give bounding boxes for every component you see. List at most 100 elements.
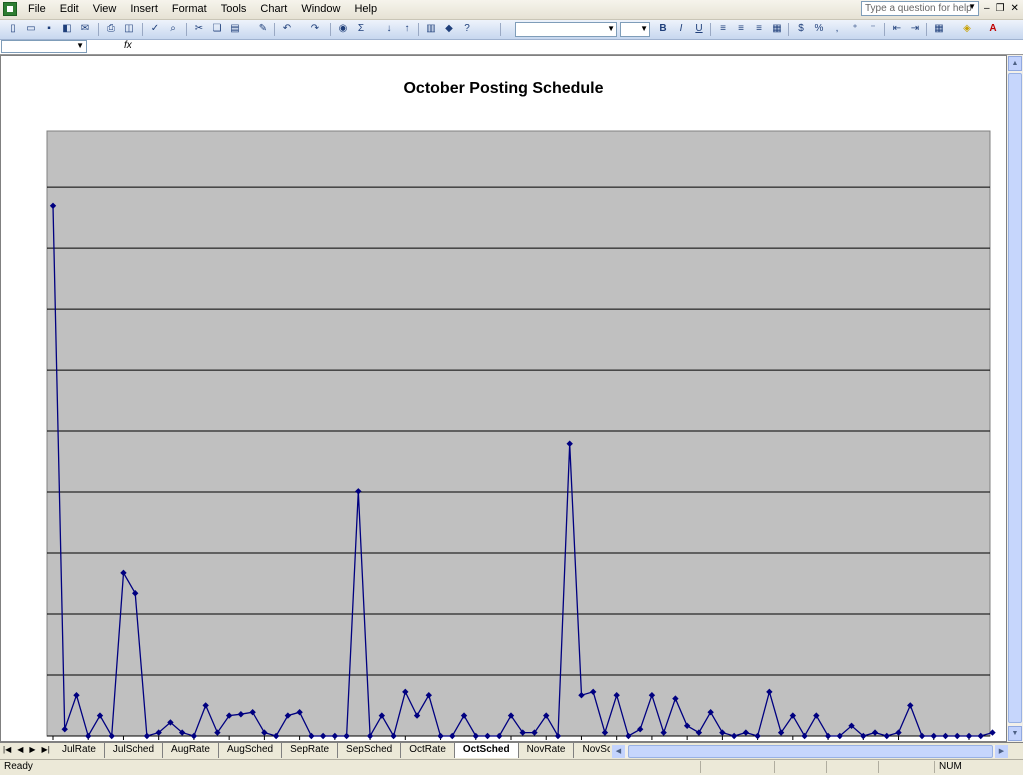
menu-edit[interactable]: Edit <box>60 3 79 15</box>
help-search-input[interactable]: Type a question for help ▼ <box>861 1 979 16</box>
cut-icon[interactable]: ✂ <box>192 22 206 36</box>
scroll-down-icon[interactable]: ▼ <box>1008 726 1022 741</box>
copy-icon[interactable]: ❏ <box>210 22 224 36</box>
font-size-select[interactable]: ▼ <box>620 22 650 37</box>
name-box[interactable]: ▼ <box>1 40 87 53</box>
help-placeholder: Type a question for help <box>865 3 972 14</box>
increase-indent-icon[interactable]: ⇥ <box>908 22 922 36</box>
scroll-left-icon[interactable]: ◀ <box>612 745 625 758</box>
next-sheet-icon[interactable]: ▶ <box>29 745 35 754</box>
menu-tools[interactable]: Tools <box>221 3 247 15</box>
fill-color-icon[interactable]: ◈ <box>960 22 974 36</box>
menu-items: File Edit View Insert Format Tools Chart… <box>28 3 391 15</box>
vertical-scrollbar[interactable]: ▲ ▼ <box>1007 55 1023 742</box>
fx-label[interactable]: fx <box>124 40 132 51</box>
print-preview-icon[interactable]: ◫ <box>122 22 136 36</box>
first-sheet-icon[interactable]: |◀ <box>3 745 11 754</box>
chevron-down-icon[interactable]: ▼ <box>968 2 976 11</box>
currency-icon[interactable]: $ <box>794 22 808 36</box>
underline-icon[interactable]: U <box>692 22 706 36</box>
status-ready: Ready <box>4 761 33 772</box>
tab-octsched[interactable]: OctSched <box>454 743 519 758</box>
tab-julrate[interactable]: JulRate <box>54 743 105 758</box>
tab-julsched[interactable]: JulSched <box>104 743 164 758</box>
horizontal-scroll-thumb[interactable] <box>628 745 993 758</box>
save-icon[interactable]: ▪ <box>42 22 56 36</box>
research-icon[interactable]: ⌕ <box>166 22 180 36</box>
tab-novsched[interactable]: NovSched <box>574 743 610 758</box>
tab-seprate[interactable]: SepRate <box>282 743 339 758</box>
decrease-indent-icon[interactable]: ⇤ <box>890 22 904 36</box>
comma-style-icon[interactable]: , <box>830 22 844 36</box>
status-panel <box>878 761 931 773</box>
drawing-icon[interactable]: ◆ <box>442 22 456 36</box>
hyperlink-icon[interactable]: ◉ <box>336 22 350 36</box>
status-panel <box>774 761 823 773</box>
email-icon[interactable]: ✉ <box>78 22 92 36</box>
horizontal-scrollbar[interactable]: ◀ ▶ <box>612 745 1008 758</box>
close-icon[interactable]: ✕ <box>1011 3 1019 14</box>
scroll-right-icon[interactable]: ▶ <box>995 745 1008 758</box>
status-panel <box>700 761 771 773</box>
font-name-select[interactable]: ▼ <box>515 22 617 37</box>
tab-novrate[interactable]: NovRate <box>518 743 575 758</box>
open-icon[interactable]: ▭ <box>24 22 38 36</box>
percent-icon[interactable]: % <box>812 22 826 36</box>
excel-chart-icon[interactable] <box>3 2 17 16</box>
status-num: NUM <box>934 761 987 773</box>
font-color-icon[interactable]: A <box>986 22 1000 36</box>
merge-center-icon[interactable]: ▦ <box>770 22 784 36</box>
status-panel <box>826 761 875 773</box>
format-painter-icon[interactable]: ✎ <box>256 22 270 36</box>
menu-format[interactable]: Format <box>172 3 207 15</box>
new-icon[interactable]: ▯ <box>6 22 20 36</box>
toolbar: ▯ ▭ ▪ ◧ ✉ ⎙ ◫ ✓ ⌕ ✂ ❏ ▤ ✎ ↶ ↷ ◉ Σ ↓ ↑ ▥ … <box>0 20 1023 40</box>
align-left-icon[interactable]: ≡ <box>716 22 730 36</box>
bold-icon[interactable]: B <box>656 22 670 36</box>
minimize-icon[interactable]: – <box>984 3 990 14</box>
menu-file[interactable]: File <box>28 3 46 15</box>
align-center-icon[interactable]: ≡ <box>734 22 748 36</box>
menu-chart[interactable]: Chart <box>260 3 287 15</box>
sort-ascending-icon[interactable]: ↓ <box>382 22 396 36</box>
last-sheet-icon[interactable]: ▶| <box>42 745 50 754</box>
autosum-icon[interactable]: Σ <box>354 22 368 36</box>
undo-icon[interactable]: ↶ <box>280 22 294 36</box>
window-controls: – ❐ ✕ <box>984 3 1019 14</box>
menu-insert[interactable]: Insert <box>130 3 158 15</box>
align-right-icon[interactable]: ≡ <box>752 22 766 36</box>
tab-navigation: |◀ ◀ ▶ ▶| <box>3 745 50 754</box>
sheet-tab-bar: |◀ ◀ ▶ ▶| JulRate JulSched AugRate AugSched… <box>0 742 1023 760</box>
chevron-down-icon: ▼ <box>640 24 648 33</box>
plot-area <box>46 130 991 737</box>
prev-sheet-icon[interactable]: ◀ <box>17 745 23 754</box>
permission-icon[interactable]: ◧ <box>60 22 74 36</box>
scroll-up-icon[interactable]: ▲ <box>1008 56 1022 71</box>
sort-descending-icon[interactable]: ↑ <box>400 22 414 36</box>
help-icon[interactable]: ? <box>460 22 474 36</box>
italic-icon[interactable]: I <box>674 22 688 36</box>
restore-icon[interactable]: ❐ <box>996 3 1005 14</box>
chart-area[interactable]: 3803833863893923953984014044074104134164… <box>0 55 1007 742</box>
spelling-icon[interactable]: ✓ <box>148 22 162 36</box>
menu-view[interactable]: View <box>93 3 117 15</box>
decrease-decimal-icon[interactable]: ⁻ <box>866 22 880 36</box>
menu-help[interactable]: Help <box>354 3 377 15</box>
menu-window[interactable]: Window <box>301 3 340 15</box>
increase-decimal-icon[interactable]: ⁺ <box>848 22 862 36</box>
tab-augrate[interactable]: AugRate <box>163 743 219 758</box>
chevron-down-icon: ▼ <box>607 24 615 33</box>
vertical-scroll-thumb[interactable] <box>1008 73 1022 723</box>
chevron-down-icon: ▼ <box>76 41 84 50</box>
menu-bar: File Edit View Insert Format Tools Chart… <box>0 0 1023 20</box>
tab-augsched[interactable]: AugSched <box>218 743 283 758</box>
tab-sepsched[interactable]: SepSched <box>338 743 402 758</box>
chart-wizard-icon[interactable]: ▥ <box>424 22 438 36</box>
borders-icon[interactable]: ▦ <box>932 22 946 36</box>
paste-icon[interactable]: ▤ <box>228 22 242 36</box>
redo-icon[interactable]: ↷ <box>308 22 322 36</box>
tab-octrate[interactable]: OctRate <box>401 743 455 758</box>
formula-bar: ▼ fx <box>0 40 1023 55</box>
status-bar: Ready NUM <box>0 759 1023 775</box>
print-icon[interactable]: ⎙ <box>104 22 118 36</box>
